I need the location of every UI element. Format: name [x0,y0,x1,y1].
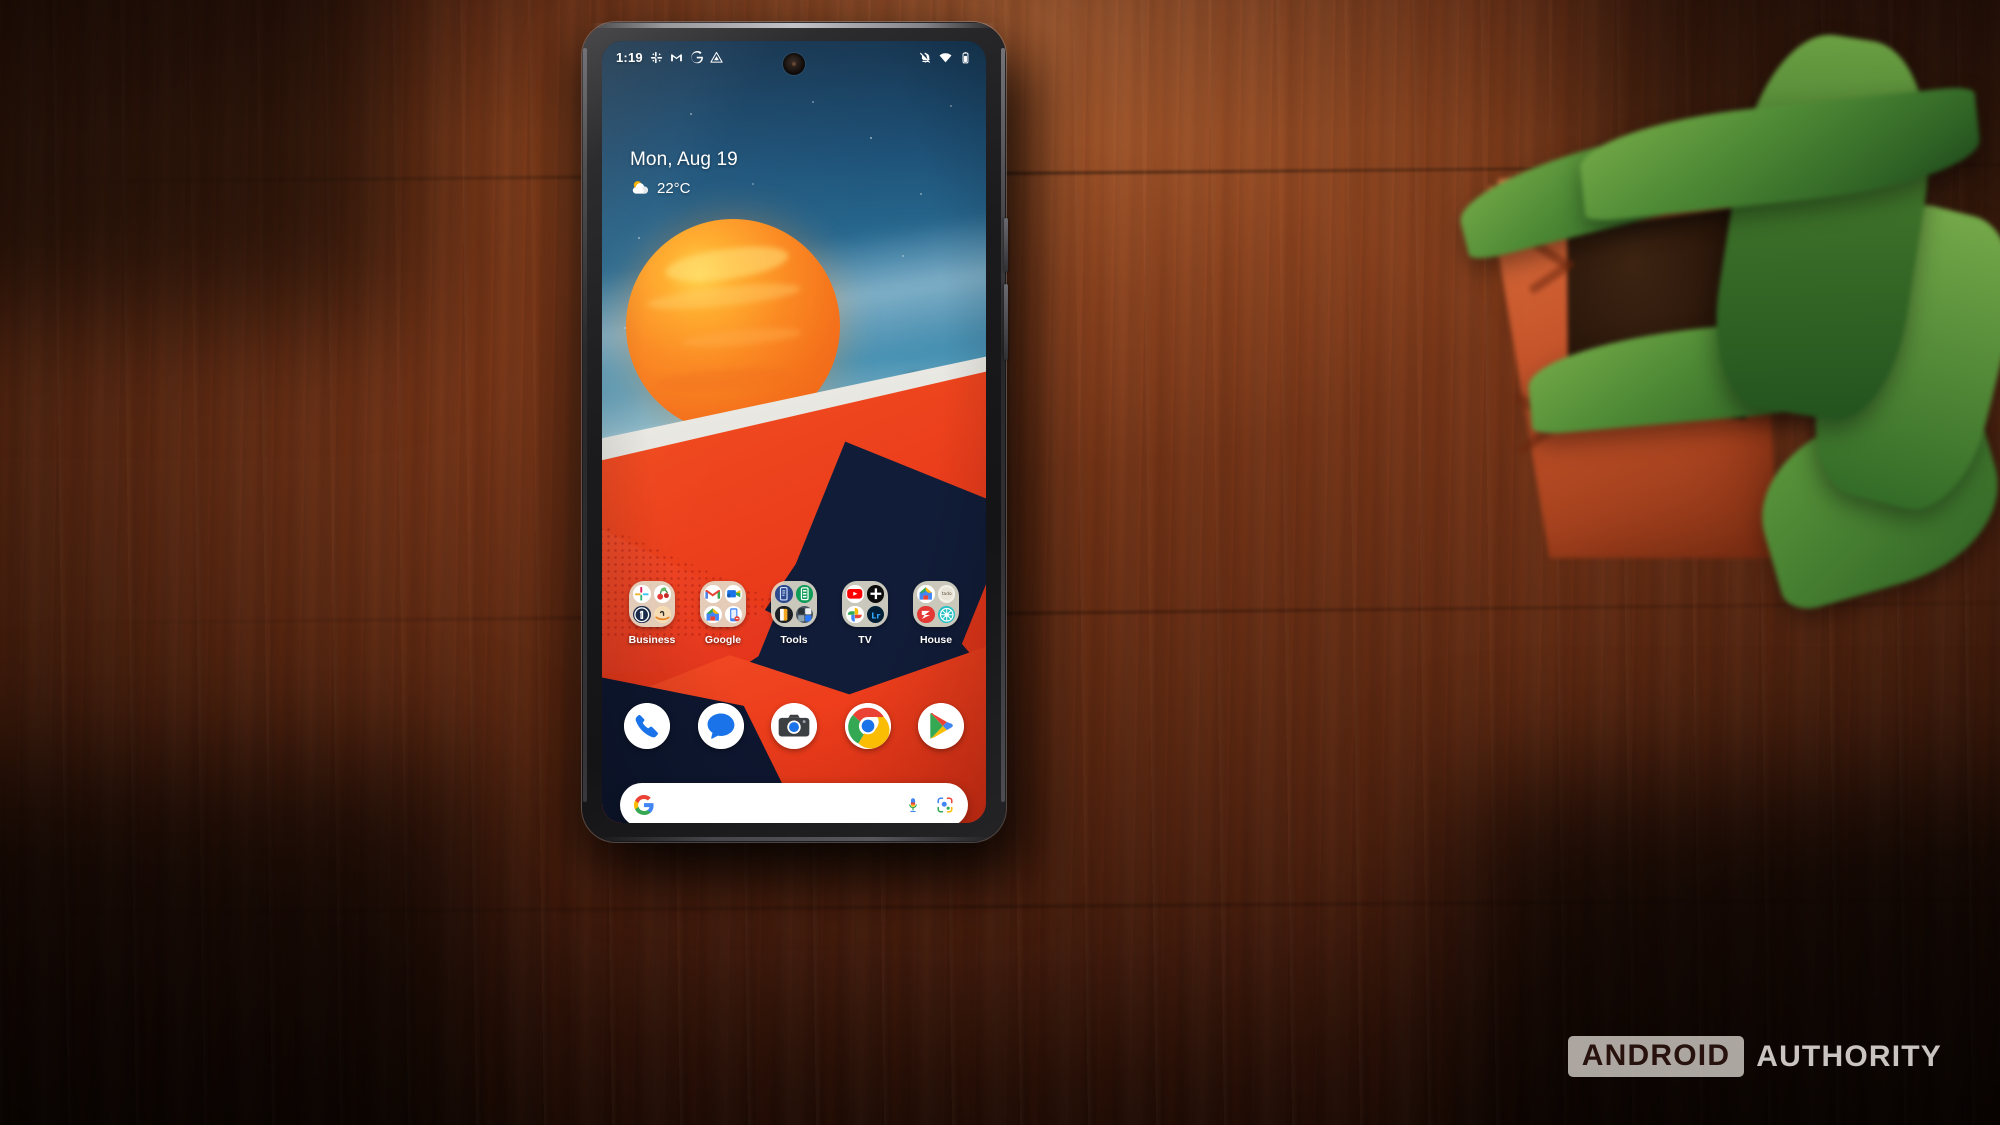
phone-left-frame [583,48,587,802]
plant-leaf [1524,308,1932,436]
watermark-brand-box: ANDROID [1567,1036,1745,1077]
google-lens-icon[interactable] [936,796,954,814]
folder-preview-tile [771,581,817,627]
svg-text:Lr: Lr [871,611,880,620]
status-bar-right [919,51,972,64]
pot-etching [1516,416,1566,457]
lightroom-icon: Lr [866,605,884,623]
cherry-icon [653,585,671,603]
plant-leaf [1576,85,1984,223]
widget-temperature: 22°C [657,179,691,197]
camera-icon[interactable] [771,703,817,749]
folder-label: House [919,634,953,646]
plant-blur-layer [1430,23,2000,756]
folder-preview-tile: tado [913,581,959,627]
battery-tool-icon [795,585,813,603]
zwift-icon [917,605,935,623]
plant-leaf [1450,103,1792,263]
photo-scene: 1:19 Mon, Aug 19 22°C Business Google To… [0,0,2000,1125]
amazon-icon [653,605,671,623]
folder-label: Google [704,634,742,646]
google-meet-icon [724,585,742,603]
folder-label: Business [628,634,676,646]
pot-rim [1485,136,1791,242]
status-bar-left: 1:19 [616,50,723,65]
folder-house[interactable]: tado House [906,581,966,646]
pot-etching [1523,234,1573,271]
folder-preview-tile: Lr [842,581,888,627]
plant-leaf [1796,189,2000,523]
pot-soil [1546,178,1770,438]
settings-grid-icon [795,605,813,623]
folder-tv[interactable]: Lr TV [835,581,895,646]
google-icon [691,50,703,63]
status-bar-clock: 1:19 [616,49,643,65]
slack-icon [650,51,662,63]
corner-shadow [0,765,480,1125]
folder-preview-tile [700,581,746,627]
google-search-bar[interactable] [620,783,968,823]
folder-tools[interactable]: Tools [764,581,824,646]
potted-plant [1450,23,2000,736]
watermark: ANDROID AUTHORITY [1567,1036,1942,1077]
chrome-icon[interactable] [844,703,891,749]
youtube-icon [846,585,864,603]
folder-preview-tile [629,581,675,627]
google-home-icon [917,585,935,603]
file-manager-icon [775,605,793,623]
pot-etching [1527,258,1577,295]
messages-icon[interactable] [697,703,744,749]
front-camera-punch-hole [783,53,805,75]
folder-business[interactable]: Business [622,581,682,646]
pot-etching [1512,390,1562,431]
google-home-icon [704,605,722,623]
svg-text:tado: tado [941,591,951,597]
smartphone-device: 1:19 Mon, Aug 19 22°C Business Google To… [582,22,1008,842]
home-screen-dock [602,703,986,749]
home-gesture-bar[interactable] [736,810,852,814]
ringer-muted-icon [919,52,931,63]
power-button[interactable] [1004,218,1008,272]
wifi-icon [939,52,952,62]
phone-top-frame [590,23,998,28]
slack-icon [633,585,651,603]
1password-icon [633,605,651,623]
google-drive-icon [710,51,723,63]
phone-screen[interactable]: 1:19 Mon, Aug 19 22°C Business Google To… [602,41,986,823]
at-a-glance-widget[interactable]: Mon, Aug 19 22°C [630,149,738,198]
phone-right-frame [1001,48,1005,802]
cbc-icon [937,605,955,623]
corner-shadow [0,0,400,320]
widget-weather: 22°C [630,178,738,198]
tado-icon: tado [937,585,955,603]
home-screen-folder-row: Business Google Tools Lr TV tado House [602,581,986,646]
battery-icon [962,51,969,63]
microphone-icon[interactable] [904,796,922,814]
gmail-icon [704,585,722,603]
device-info-icon [775,585,793,603]
gmail-icon [670,53,682,61]
search-bar-actions [904,796,954,814]
google-photos-icon [846,605,864,623]
phone-icon[interactable] [624,703,670,749]
terracotta-pot [1470,158,1800,586]
folder-google[interactable]: Google [693,581,753,646]
partly-cloudy-icon [632,181,649,194]
google-fi-icon [724,605,742,623]
plant-leaf [1741,386,2000,616]
google-g-icon [634,795,654,815]
volume-button[interactable] [1004,284,1008,360]
folder-label: TV [858,634,872,646]
folder-label: Tools [780,634,808,646]
widget-date: Mon, Aug 19 [630,149,738,170]
plex-icon [866,585,884,603]
phone-bottom-frame [594,837,994,841]
play-store-icon[interactable] [918,703,964,749]
watermark-brand-text: AUTHORITY [1756,1039,1942,1073]
